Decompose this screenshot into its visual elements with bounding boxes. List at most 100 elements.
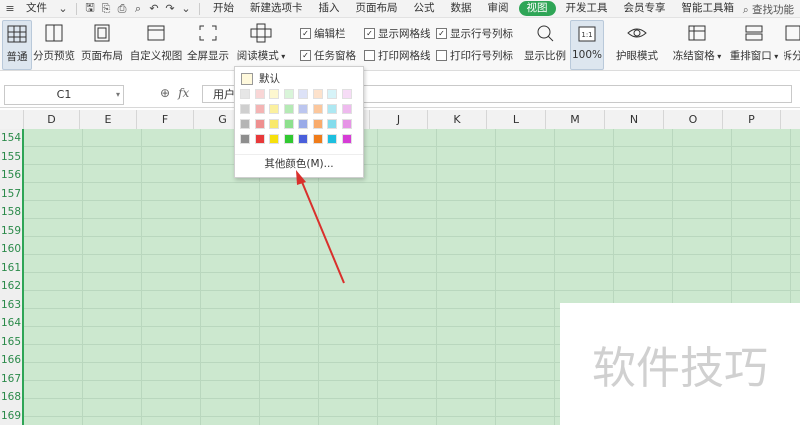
save-icon[interactable]: 🖫	[84, 1, 96, 15]
checkbox-checked[interactable]: ✓	[436, 28, 447, 39]
row-header[interactable]: 167	[0, 370, 22, 388]
color-swatch[interactable]	[298, 119, 308, 129]
row-header[interactable]: 162	[0, 277, 22, 295]
column-header[interactable]: O	[664, 110, 723, 129]
column-header[interactable]: D	[24, 110, 80, 129]
freeze-panes-button[interactable]: 冻结窗格 ▾	[672, 20, 722, 68]
more-colors-option[interactable]: 其他颜色(M)...	[235, 154, 363, 173]
tab-new[interactable]: 新建选项卡	[244, 1, 309, 16]
row-header[interactable]: 157	[0, 185, 22, 203]
color-swatch[interactable]	[341, 119, 352, 129]
column-header[interactable]: K	[428, 110, 487, 129]
split-button[interactable]: 拆分	[784, 20, 800, 68]
color-swatch[interactable]	[269, 104, 279, 114]
show-headers-checkbox[interactable]: ✓ 显示行号列标	[436, 26, 513, 41]
row-header[interactable]: 161	[0, 259, 22, 277]
color-swatch[interactable]	[312, 134, 323, 144]
print-preview-icon[interactable]: ⌕	[132, 2, 144, 15]
column-header[interactable]: L	[487, 110, 546, 129]
checkbox-checked[interactable]: ✓	[300, 28, 311, 39]
tab-home[interactable]: 开始	[207, 1, 240, 16]
rearrange-window-button[interactable]: 重排窗口 ▾	[728, 20, 780, 68]
column-header[interactable]: J	[370, 110, 428, 129]
row-header[interactable]: 169	[0, 407, 22, 425]
page-layout-view-button[interactable]: 页面布局	[80, 20, 124, 68]
row-header[interactable]: 160	[0, 240, 22, 258]
row-header[interactable]: 158	[0, 203, 22, 221]
formula-bar-checkbox[interactable]: ✓ 编辑栏	[300, 26, 346, 41]
color-swatch[interactable]	[327, 89, 337, 99]
column-header[interactable]: P	[723, 110, 781, 129]
tab-developer[interactable]: 开发工具	[560, 1, 614, 16]
color-swatch[interactable]	[283, 104, 294, 114]
normal-view-button[interactable]: 普通	[2, 20, 32, 70]
color-swatch[interactable]	[240, 119, 250, 129]
color-swatch[interactable]	[254, 89, 265, 99]
custom-view-button[interactable]: 自定义视图	[130, 20, 182, 68]
print-gridlines-checkbox[interactable]: 打印网格线	[364, 48, 431, 63]
row-header[interactable]: 163	[0, 296, 22, 314]
print-icon[interactable]: ⎙	[116, 2, 128, 15]
page-break-preview-button[interactable]: 分页预览	[33, 20, 75, 68]
print-headers-checkbox[interactable]: 打印行号列标	[436, 48, 513, 63]
function-icon[interactable]: fx	[178, 86, 189, 100]
chevron-down-icon[interactable]: ▾	[116, 86, 120, 104]
hamburger-menu-icon[interactable]: ≡	[4, 2, 16, 15]
zoom-ratio-button[interactable]: 显示比例	[524, 20, 566, 68]
color-swatch[interactable]	[254, 104, 265, 114]
color-swatch[interactable]	[269, 134, 279, 144]
select-all-corner[interactable]	[0, 110, 24, 129]
color-swatch[interactable]	[327, 134, 337, 144]
color-swatch[interactable]	[254, 134, 265, 144]
color-swatch[interactable]	[240, 89, 250, 99]
search-box[interactable]: ⌕ 查找功能	[743, 2, 794, 17]
row-header[interactable]: 168	[0, 388, 22, 406]
task-pane-checkbox[interactable]: ✓ 任务窗格	[300, 48, 356, 63]
checkbox-unchecked[interactable]	[436, 50, 447, 61]
fullscreen-button[interactable]: 全屏显示	[187, 20, 229, 68]
color-swatch[interactable]	[298, 89, 308, 99]
name-box[interactable]: C1 ▾	[4, 85, 124, 105]
undo-icon[interactable]: ↶	[148, 2, 160, 15]
show-gridlines-checkbox[interactable]: ✓ 显示网格线	[364, 26, 431, 41]
color-swatch[interactable]	[283, 89, 294, 99]
chevron-down-icon[interactable]: ⌄	[180, 2, 192, 15]
zoom-100-button[interactable]: 1:1 100%	[570, 20, 604, 70]
row-header[interactable]: 165	[0, 333, 22, 351]
row-header[interactable]: 164	[0, 314, 22, 332]
column-header[interactable]: E	[80, 110, 137, 129]
color-swatch[interactable]	[312, 104, 323, 114]
tab-formula[interactable]: 公式	[408, 1, 441, 16]
color-swatch[interactable]	[269, 119, 279, 129]
color-swatch[interactable]	[283, 119, 294, 129]
checkbox-unchecked[interactable]	[364, 50, 375, 61]
color-swatch[interactable]	[312, 89, 323, 99]
color-swatch[interactable]	[327, 119, 337, 129]
export-icon[interactable]: ⎘	[100, 2, 112, 15]
tab-smart-tools[interactable]: 智能工具箱	[676, 1, 741, 16]
tab-insert[interactable]: 插入	[313, 1, 346, 16]
row-header[interactable]: 166	[0, 351, 22, 369]
color-swatch[interactable]	[298, 104, 308, 114]
eye-protection-button[interactable]: 护眼模式	[614, 20, 660, 68]
color-swatch[interactable]	[341, 89, 352, 99]
redo-icon[interactable]: ↷	[164, 2, 176, 15]
color-swatch[interactable]	[312, 119, 323, 129]
chevron-down-icon[interactable]: ⌄	[57, 2, 69, 15]
row-header[interactable]: 156	[0, 166, 22, 184]
tab-page-layout[interactable]: 页面布局	[350, 1, 404, 16]
color-swatch[interactable]	[341, 104, 352, 114]
file-menu[interactable]: 文件	[20, 1, 53, 16]
color-swatch[interactable]	[240, 134, 250, 144]
column-header[interactable]: F	[137, 110, 194, 129]
checkbox-checked[interactable]: ✓	[364, 28, 375, 39]
color-swatch[interactable]	[283, 134, 294, 144]
zoom-icon[interactable]: ⊕	[160, 86, 170, 100]
reading-mode-button[interactable]: 阅读模式 ▾	[234, 20, 288, 68]
default-color-option[interactable]: 默认	[241, 71, 280, 86]
row-header[interactable]: 154	[0, 129, 22, 147]
color-swatch[interactable]	[240, 104, 250, 114]
tab-member[interactable]: 会员专享	[618, 1, 672, 16]
tab-data[interactable]: 数据	[445, 1, 478, 16]
tab-view[interactable]: 视图	[518, 1, 556, 16]
